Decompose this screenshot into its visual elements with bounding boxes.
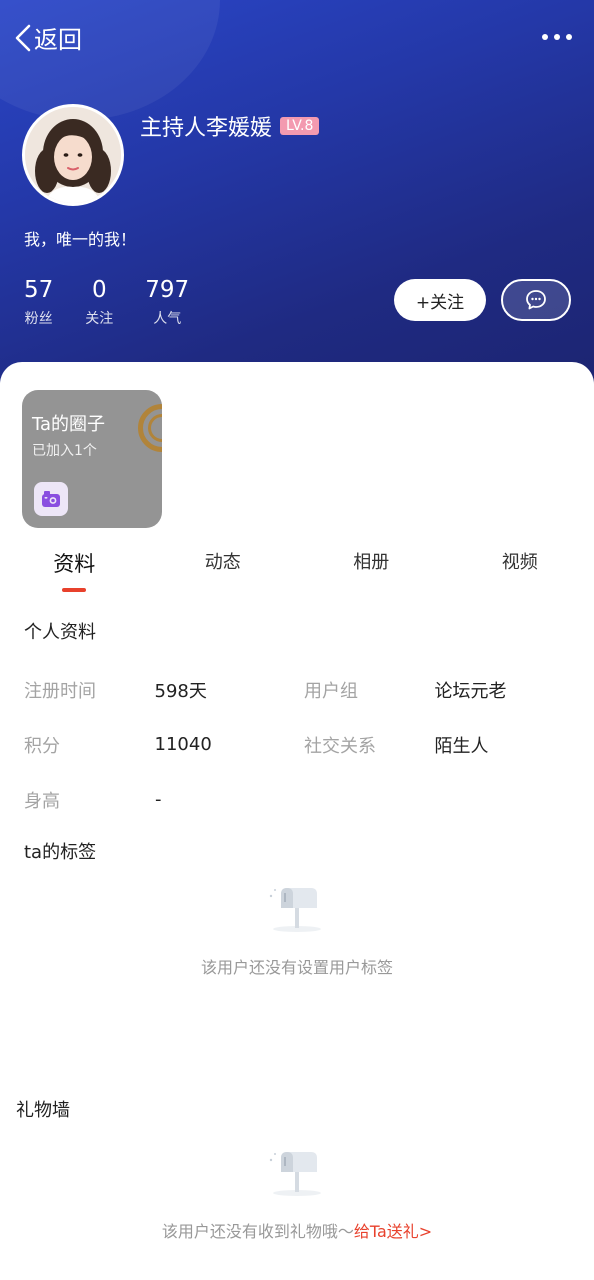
circle-card[interactable]: Ta的圈子 已加入1个 bbox=[22, 390, 162, 528]
profile-header: 返回 主持人李媛媛 LV.8 我，唯一的我！ 57 粉丝 0 关注 797 人气… bbox=[0, 0, 594, 400]
message-button[interactable] bbox=[501, 279, 571, 321]
tab-posts[interactable]: 动态 bbox=[149, 548, 298, 588]
stat-label: 粉丝 bbox=[24, 311, 53, 327]
stat-value: 797 bbox=[145, 277, 190, 303]
chat-bubble-icon bbox=[526, 290, 546, 310]
profile-bio: 我，唯一的我！ bbox=[24, 230, 137, 249]
circle-title: Ta的圈子 bbox=[32, 414, 106, 435]
stat-value: 57 bbox=[24, 277, 54, 303]
stat-label: 关注 bbox=[85, 311, 114, 327]
more-dot bbox=[542, 34, 548, 40]
more-menu-icon[interactable] bbox=[542, 28, 572, 46]
info-row: 身高 - bbox=[24, 772, 584, 827]
info-row: 积分 11040 社交关系 陌生人 bbox=[24, 717, 584, 772]
tags-empty-text: 该用户还没有设置用户标签 bbox=[200, 958, 393, 977]
profile-content: Ta的圈子 已加入1个 资料 动态 相册 视频 个人资料 注册时间 598天 用… bbox=[0, 362, 594, 1280]
header-glow bbox=[0, 0, 220, 120]
gift-wall-title: 礼物墙 bbox=[16, 1100, 70, 1121]
info-value: 陌生人 bbox=[434, 735, 489, 757]
back-button[interactable]: 返回 bbox=[14, 20, 82, 55]
profile-name-text: 主持人李媛媛 bbox=[140, 116, 273, 141]
info-key: 积分 bbox=[24, 735, 60, 757]
profile-stats: 57 粉丝 0 关注 797 人气 bbox=[24, 276, 221, 328]
back-label: 返回 bbox=[34, 26, 82, 54]
info-value: - bbox=[155, 789, 162, 810]
profile-name: 主持人李媛媛 LV.8 bbox=[140, 110, 320, 142]
stat-label: 人气 bbox=[153, 311, 182, 327]
level-badge: LV.8 bbox=[280, 117, 320, 135]
personal-info-table: 注册时间 598天 用户组 论坛元老 积分 11040 社交关系 陌生人 身高 … bbox=[24, 662, 584, 827]
stat-fans[interactable]: 57 粉丝 bbox=[24, 276, 53, 328]
personal-info-title: 个人资料 bbox=[24, 622, 96, 643]
more-dot bbox=[554, 34, 560, 40]
tab-album[interactable]: 相册 bbox=[297, 548, 446, 588]
tab-profile[interactable]: 资料 bbox=[0, 548, 149, 592]
more-dot bbox=[566, 34, 572, 40]
info-value: 11040 bbox=[154, 734, 212, 755]
info-key: 用户组 bbox=[304, 680, 358, 702]
gifts-empty-message: 该用户还没有收到礼物哦～ bbox=[161, 1222, 354, 1241]
profile-tabs: 资料 动态 相册 视频 bbox=[0, 548, 594, 592]
tab-videos[interactable]: 视频 bbox=[446, 548, 594, 588]
tags-title: ta的标签 bbox=[24, 842, 97, 863]
stat-following[interactable]: 0 关注 bbox=[85, 276, 113, 328]
gifts-empty-text: 该用户还没有收到礼物哦～给Ta送礼> bbox=[0, 1218, 594, 1242]
chevron-left-icon bbox=[15, 24, 31, 51]
avatar[interactable] bbox=[22, 104, 124, 206]
avatar-portrait bbox=[25, 107, 121, 203]
info-key: 社交关系 bbox=[304, 735, 376, 757]
follow-button[interactable]: +关注 bbox=[394, 279, 486, 321]
empty-mailbox-icon bbox=[269, 1152, 321, 1196]
empty-mailbox-icon bbox=[269, 888, 321, 932]
info-value: 论坛元老 bbox=[434, 680, 507, 702]
info-key: 身高 bbox=[24, 790, 60, 812]
info-row: 注册时间 598天 用户组 论坛元老 bbox=[24, 662, 584, 717]
camera-icon bbox=[34, 482, 68, 516]
stat-value: 0 bbox=[91, 277, 107, 303]
send-gift-link[interactable]: 给Ta送礼> bbox=[354, 1222, 432, 1241]
info-value: 598天 bbox=[154, 680, 207, 702]
info-key: 注册时间 bbox=[24, 680, 96, 702]
circle-subtitle: 已加入1个 bbox=[32, 443, 97, 459]
stat-popularity: 797 人气 bbox=[145, 276, 189, 328]
